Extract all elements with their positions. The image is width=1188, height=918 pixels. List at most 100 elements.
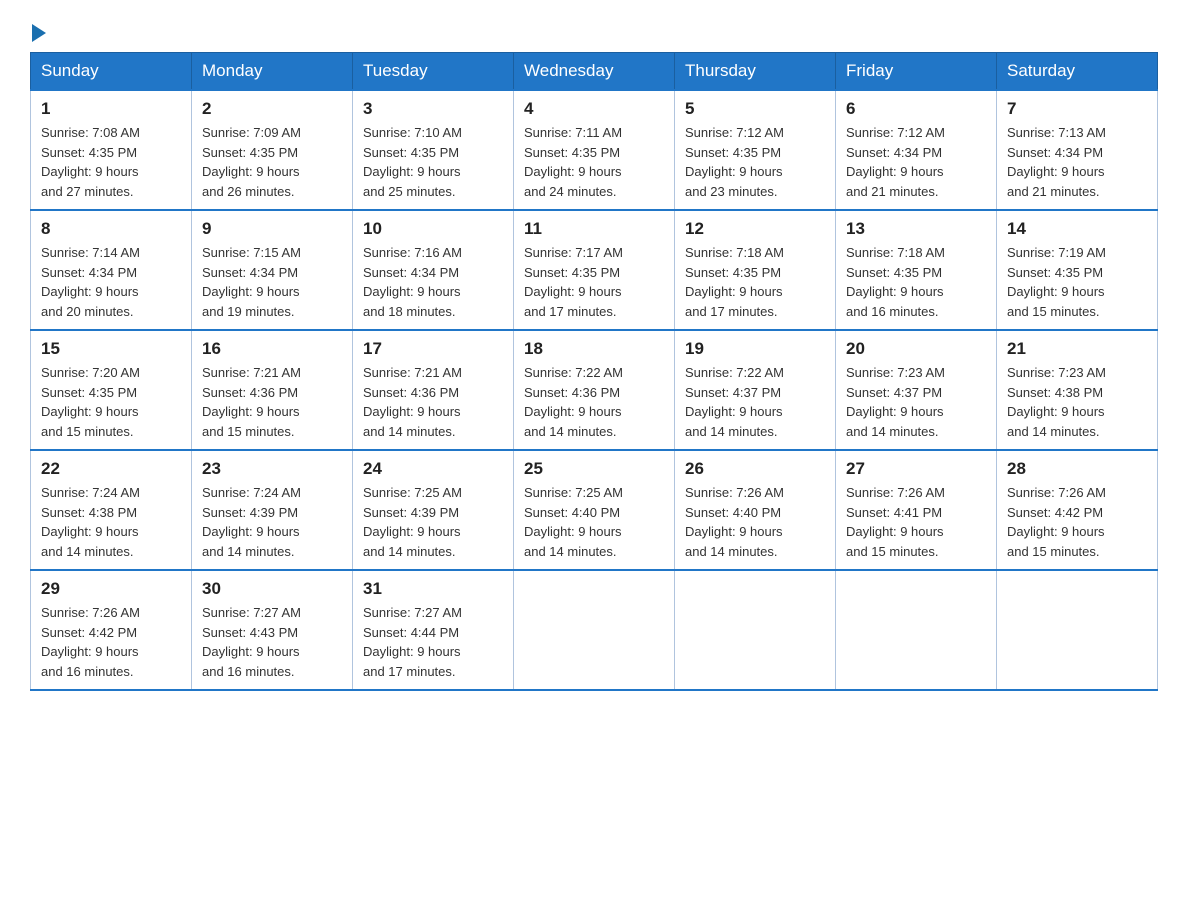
calendar-cell: 15 Sunrise: 7:20 AM Sunset: 4:35 PM Dayl… (31, 330, 192, 450)
day-number: 9 (202, 219, 342, 239)
day-info: Sunrise: 7:10 AM Sunset: 4:35 PM Dayligh… (363, 123, 503, 201)
day-info: Sunrise: 7:26 AM Sunset: 4:40 PM Dayligh… (685, 483, 825, 561)
week-row-2: 8 Sunrise: 7:14 AM Sunset: 4:34 PM Dayli… (31, 210, 1158, 330)
header-friday: Friday (836, 53, 997, 91)
day-info: Sunrise: 7:08 AM Sunset: 4:35 PM Dayligh… (41, 123, 181, 201)
calendar-table: SundayMondayTuesdayWednesdayThursdayFrid… (30, 52, 1158, 691)
calendar-cell: 4 Sunrise: 7:11 AM Sunset: 4:35 PM Dayli… (514, 90, 675, 210)
calendar-cell: 3 Sunrise: 7:10 AM Sunset: 4:35 PM Dayli… (353, 90, 514, 210)
calendar-cell: 5 Sunrise: 7:12 AM Sunset: 4:35 PM Dayli… (675, 90, 836, 210)
day-number: 29 (41, 579, 181, 599)
calendar-cell: 9 Sunrise: 7:15 AM Sunset: 4:34 PM Dayli… (192, 210, 353, 330)
day-number: 11 (524, 219, 664, 239)
day-info: Sunrise: 7:17 AM Sunset: 4:35 PM Dayligh… (524, 243, 664, 321)
day-number: 7 (1007, 99, 1147, 119)
day-info: Sunrise: 7:21 AM Sunset: 4:36 PM Dayligh… (363, 363, 503, 441)
day-number: 8 (41, 219, 181, 239)
header-thursday: Thursday (675, 53, 836, 91)
header-sunday: Sunday (31, 53, 192, 91)
calendar-header-row: SundayMondayTuesdayWednesdayThursdayFrid… (31, 53, 1158, 91)
page-header (30, 20, 1158, 42)
day-number: 26 (685, 459, 825, 479)
header-tuesday: Tuesday (353, 53, 514, 91)
calendar-cell: 12 Sunrise: 7:18 AM Sunset: 4:35 PM Dayl… (675, 210, 836, 330)
day-number: 6 (846, 99, 986, 119)
calendar-cell: 21 Sunrise: 7:23 AM Sunset: 4:38 PM Dayl… (997, 330, 1158, 450)
week-row-4: 22 Sunrise: 7:24 AM Sunset: 4:38 PM Dayl… (31, 450, 1158, 570)
day-number: 20 (846, 339, 986, 359)
day-number: 28 (1007, 459, 1147, 479)
calendar-cell: 20 Sunrise: 7:23 AM Sunset: 4:37 PM Dayl… (836, 330, 997, 450)
day-number: 25 (524, 459, 664, 479)
header-monday: Monday (192, 53, 353, 91)
day-number: 2 (202, 99, 342, 119)
day-info: Sunrise: 7:26 AM Sunset: 4:42 PM Dayligh… (1007, 483, 1147, 561)
calendar-cell: 16 Sunrise: 7:21 AM Sunset: 4:36 PM Dayl… (192, 330, 353, 450)
calendar-cell: 10 Sunrise: 7:16 AM Sunset: 4:34 PM Dayl… (353, 210, 514, 330)
day-info: Sunrise: 7:12 AM Sunset: 4:35 PM Dayligh… (685, 123, 825, 201)
day-number: 19 (685, 339, 825, 359)
calendar-cell: 2 Sunrise: 7:09 AM Sunset: 4:35 PM Dayli… (192, 90, 353, 210)
day-info: Sunrise: 7:18 AM Sunset: 4:35 PM Dayligh… (685, 243, 825, 321)
day-info: Sunrise: 7:22 AM Sunset: 4:37 PM Dayligh… (685, 363, 825, 441)
calendar-cell: 1 Sunrise: 7:08 AM Sunset: 4:35 PM Dayli… (31, 90, 192, 210)
calendar-cell: 8 Sunrise: 7:14 AM Sunset: 4:34 PM Dayli… (31, 210, 192, 330)
logo (30, 20, 46, 42)
day-info: Sunrise: 7:23 AM Sunset: 4:38 PM Dayligh… (1007, 363, 1147, 441)
day-number: 22 (41, 459, 181, 479)
day-number: 12 (685, 219, 825, 239)
calendar-cell (514, 570, 675, 690)
day-info: Sunrise: 7:27 AM Sunset: 4:44 PM Dayligh… (363, 603, 503, 681)
header-saturday: Saturday (997, 53, 1158, 91)
calendar-cell: 24 Sunrise: 7:25 AM Sunset: 4:39 PM Dayl… (353, 450, 514, 570)
calendar-cell (675, 570, 836, 690)
day-info: Sunrise: 7:09 AM Sunset: 4:35 PM Dayligh… (202, 123, 342, 201)
day-info: Sunrise: 7:27 AM Sunset: 4:43 PM Dayligh… (202, 603, 342, 681)
day-info: Sunrise: 7:25 AM Sunset: 4:40 PM Dayligh… (524, 483, 664, 561)
day-info: Sunrise: 7:20 AM Sunset: 4:35 PM Dayligh… (41, 363, 181, 441)
calendar-cell: 13 Sunrise: 7:18 AM Sunset: 4:35 PM Dayl… (836, 210, 997, 330)
day-number: 24 (363, 459, 503, 479)
day-info: Sunrise: 7:11 AM Sunset: 4:35 PM Dayligh… (524, 123, 664, 201)
day-info: Sunrise: 7:25 AM Sunset: 4:39 PM Dayligh… (363, 483, 503, 561)
calendar-cell (836, 570, 997, 690)
calendar-cell: 26 Sunrise: 7:26 AM Sunset: 4:40 PM Dayl… (675, 450, 836, 570)
day-info: Sunrise: 7:16 AM Sunset: 4:34 PM Dayligh… (363, 243, 503, 321)
day-number: 31 (363, 579, 503, 599)
calendar-cell: 18 Sunrise: 7:22 AM Sunset: 4:36 PM Dayl… (514, 330, 675, 450)
calendar-cell: 28 Sunrise: 7:26 AM Sunset: 4:42 PM Dayl… (997, 450, 1158, 570)
day-info: Sunrise: 7:12 AM Sunset: 4:34 PM Dayligh… (846, 123, 986, 201)
day-info: Sunrise: 7:19 AM Sunset: 4:35 PM Dayligh… (1007, 243, 1147, 321)
day-info: Sunrise: 7:23 AM Sunset: 4:37 PM Dayligh… (846, 363, 986, 441)
day-number: 27 (846, 459, 986, 479)
day-number: 3 (363, 99, 503, 119)
day-number: 14 (1007, 219, 1147, 239)
day-info: Sunrise: 7:24 AM Sunset: 4:38 PM Dayligh… (41, 483, 181, 561)
day-number: 30 (202, 579, 342, 599)
day-info: Sunrise: 7:14 AM Sunset: 4:34 PM Dayligh… (41, 243, 181, 321)
day-number: 13 (846, 219, 986, 239)
day-number: 16 (202, 339, 342, 359)
calendar-cell: 7 Sunrise: 7:13 AM Sunset: 4:34 PM Dayli… (997, 90, 1158, 210)
day-number: 15 (41, 339, 181, 359)
calendar-cell: 30 Sunrise: 7:27 AM Sunset: 4:43 PM Dayl… (192, 570, 353, 690)
day-info: Sunrise: 7:21 AM Sunset: 4:36 PM Dayligh… (202, 363, 342, 441)
calendar-cell: 6 Sunrise: 7:12 AM Sunset: 4:34 PM Dayli… (836, 90, 997, 210)
day-info: Sunrise: 7:24 AM Sunset: 4:39 PM Dayligh… (202, 483, 342, 561)
day-number: 23 (202, 459, 342, 479)
day-info: Sunrise: 7:18 AM Sunset: 4:35 PM Dayligh… (846, 243, 986, 321)
week-row-1: 1 Sunrise: 7:08 AM Sunset: 4:35 PM Dayli… (31, 90, 1158, 210)
calendar-cell: 19 Sunrise: 7:22 AM Sunset: 4:37 PM Dayl… (675, 330, 836, 450)
logo-arrow-icon (32, 24, 46, 42)
day-number: 21 (1007, 339, 1147, 359)
week-row-5: 29 Sunrise: 7:26 AM Sunset: 4:42 PM Dayl… (31, 570, 1158, 690)
day-info: Sunrise: 7:22 AM Sunset: 4:36 PM Dayligh… (524, 363, 664, 441)
week-row-3: 15 Sunrise: 7:20 AM Sunset: 4:35 PM Dayl… (31, 330, 1158, 450)
calendar-cell (997, 570, 1158, 690)
header-wednesday: Wednesday (514, 53, 675, 91)
calendar-cell: 11 Sunrise: 7:17 AM Sunset: 4:35 PM Dayl… (514, 210, 675, 330)
day-info: Sunrise: 7:26 AM Sunset: 4:41 PM Dayligh… (846, 483, 986, 561)
calendar-cell: 29 Sunrise: 7:26 AM Sunset: 4:42 PM Dayl… (31, 570, 192, 690)
calendar-cell: 27 Sunrise: 7:26 AM Sunset: 4:41 PM Dayl… (836, 450, 997, 570)
day-number: 10 (363, 219, 503, 239)
